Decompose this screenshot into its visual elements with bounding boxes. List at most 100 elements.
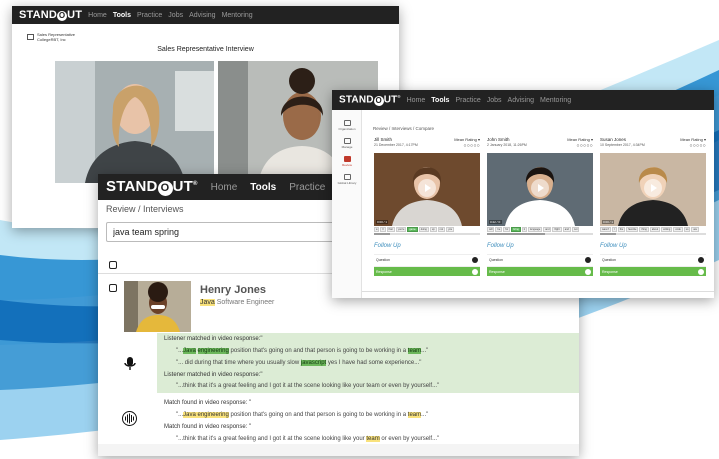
response-button[interactable]: Response bbox=[374, 266, 480, 276]
transcript-word[interactable]: game bbox=[407, 227, 418, 232]
row-checkbox[interactable] bbox=[109, 284, 117, 292]
nav-jobs[interactable]: Jobs bbox=[487, 97, 502, 104]
interviewer-video[interactable] bbox=[55, 61, 214, 183]
candidate-name[interactable]: Henry Jones bbox=[200, 284, 266, 296]
mean-rating-dropdown[interactable]: Mean Rating ▾ bbox=[454, 137, 480, 142]
nav-advising[interactable]: Advising bbox=[508, 97, 534, 104]
video-progress[interactable] bbox=[600, 233, 706, 235]
transcript-word[interactable]: language bbox=[528, 227, 543, 232]
standout-logo[interactable]: STAND O UT® bbox=[106, 178, 198, 196]
transcript-word[interactable]: you bbox=[446, 227, 455, 232]
video-progress[interactable] bbox=[487, 233, 593, 235]
play-icon[interactable] bbox=[644, 179, 662, 197]
nav-jobs[interactable]: Jobs bbox=[168, 12, 183, 19]
select-all-checkbox[interactable] bbox=[109, 261, 117, 269]
standout-logo[interactable]: STAND O UT® bbox=[339, 94, 401, 106]
play-circle-icon bbox=[585, 268, 591, 275]
transcript-word[interactable]: will bbox=[487, 227, 495, 232]
nav-practice[interactable]: Practice bbox=[137, 12, 162, 19]
compare-window: STAND O UT® Home Tools Practice Jobs Advis… bbox=[332, 90, 714, 298]
transcript-words: a ll that you're game doing up not you bbox=[374, 227, 480, 232]
question-button[interactable]: Question bbox=[600, 254, 706, 264]
rating-stars[interactable]: ○○○○○ bbox=[463, 143, 480, 149]
play-circle-icon bbox=[698, 268, 704, 275]
transcript-word[interactable]: bring bbox=[511, 227, 521, 232]
transcript-word[interactable]: a bbox=[374, 227, 380, 232]
transcript-word[interactable]: writing bbox=[661, 227, 673, 232]
nav-practice[interactable]: Practice bbox=[455, 97, 480, 104]
rating-stars[interactable]: ○○○○○ bbox=[689, 143, 706, 149]
transcript-quote: "...think that it's a great feeling and … bbox=[176, 383, 440, 389]
response-button[interactable]: Response bbox=[600, 266, 706, 276]
sidebar-item-global-library[interactable]: Global Library bbox=[332, 174, 362, 185]
transcript-word[interactable]: doing bbox=[418, 227, 429, 232]
sidebar-item-manage[interactable]: Manage bbox=[332, 138, 362, 149]
avatar[interactable] bbox=[124, 281, 191, 332]
candidate-video[interactable]: 0:00 / 1 bbox=[374, 153, 480, 226]
play-icon[interactable] bbox=[418, 179, 436, 197]
transcript-quote: "...Java engineering position that's goi… bbox=[176, 348, 429, 354]
transcript-word[interactable]: wasn't bbox=[600, 227, 612, 232]
nav-mentoring[interactable]: Mentoring bbox=[540, 97, 571, 104]
video-time: 0:22 / 0: bbox=[489, 220, 502, 224]
navbar: STAND O UT Home Tools Practice Jobs Advisi… bbox=[12, 6, 399, 24]
play-icon[interactable] bbox=[531, 179, 549, 197]
nav-advising[interactable]: Advising bbox=[189, 12, 215, 19]
candidate-video[interactable]: 0:00 / 1 bbox=[600, 153, 706, 226]
video-time: 0:00 / 1 bbox=[602, 220, 615, 224]
breadcrumb[interactable]: Review / Interviews / Compare bbox=[373, 126, 434, 131]
transcript-word[interactable]: ll bbox=[380, 227, 386, 232]
transcript-word[interactable]: so bbox=[683, 227, 691, 232]
response-button[interactable]: Response bbox=[487, 266, 593, 276]
transcript-word[interactable]: that bbox=[386, 227, 395, 232]
transcript-word[interactable]: thing bbox=[639, 227, 649, 232]
interview-title: Sales Representative Interview bbox=[157, 46, 254, 53]
transcript-word[interactable]: for bbox=[503, 227, 511, 232]
transcript-word[interactable]: you're bbox=[395, 227, 407, 232]
mean-rating-dropdown[interactable]: Mean Rating ▾ bbox=[567, 137, 593, 142]
transcript-word[interactable]: flight bbox=[552, 227, 562, 232]
video-progress[interactable] bbox=[374, 233, 480, 235]
candidate-role: Java Software Engineer bbox=[200, 299, 274, 306]
candidate-video[interactable]: 0:22 / 0: bbox=[487, 153, 593, 226]
transcript-word[interactable]: about bbox=[649, 227, 661, 232]
transcript-word[interactable]: the bbox=[617, 227, 626, 232]
match-label: Match found in video response: " bbox=[164, 424, 252, 430]
building-icon bbox=[343, 120, 351, 126]
follow-up-label: Follow Up bbox=[487, 243, 514, 249]
sidebar-item-organization[interactable]: Organization bbox=[332, 120, 362, 131]
nav-home[interactable]: Home bbox=[211, 182, 238, 193]
breadcrumb[interactable]: Review / Interviews bbox=[106, 204, 184, 214]
standout-logo[interactable]: STAND O UT bbox=[19, 9, 82, 21]
divider bbox=[362, 291, 714, 292]
transcript-word[interactable]: code bbox=[673, 227, 683, 232]
nav-mentoring[interactable]: Mentoring bbox=[222, 12, 253, 19]
listener-label: Listener matched in video response:" bbox=[164, 336, 263, 342]
nav-practice[interactable]: Practice bbox=[289, 182, 325, 193]
sidebar-item-review[interactable]: Review bbox=[332, 156, 362, 167]
transcript-word[interactable]: not bbox=[571, 227, 580, 232]
nav-home[interactable]: Home bbox=[407, 97, 426, 104]
play-circle-icon bbox=[472, 256, 478, 263]
mean-rating-dropdown[interactable]: Mean Rating ▾ bbox=[680, 137, 706, 142]
transcript-word[interactable]: I bbox=[612, 227, 617, 232]
question-button[interactable]: Question bbox=[374, 254, 480, 264]
play-circle-icon bbox=[585, 256, 591, 263]
nav-home[interactable]: Home bbox=[88, 12, 107, 19]
nav-tools[interactable]: Tools bbox=[113, 12, 131, 19]
nav-tools[interactable]: Tools bbox=[250, 182, 276, 193]
transcript-word[interactable]: and bbox=[562, 227, 571, 232]
transcript-word[interactable]: not bbox=[437, 227, 446, 232]
follow-up-label: Follow Up bbox=[374, 243, 401, 249]
transcript-word[interactable]: be bbox=[495, 227, 503, 232]
follow-up-label: Follow Up bbox=[600, 243, 627, 249]
nav-tools[interactable]: Tools bbox=[431, 97, 449, 104]
rating-stars[interactable]: ○○○○○ bbox=[576, 143, 593, 149]
audio-wave-icon bbox=[122, 411, 137, 426]
transcript-word[interactable]: up bbox=[429, 227, 437, 232]
transcript-word[interactable]: and bbox=[543, 227, 552, 232]
transcript-word[interactable]: it bbox=[521, 227, 527, 232]
transcript-word[interactable]: are bbox=[691, 227, 700, 232]
transcript-word[interactable]: favorite bbox=[626, 227, 639, 232]
question-button[interactable]: Question bbox=[487, 254, 593, 264]
